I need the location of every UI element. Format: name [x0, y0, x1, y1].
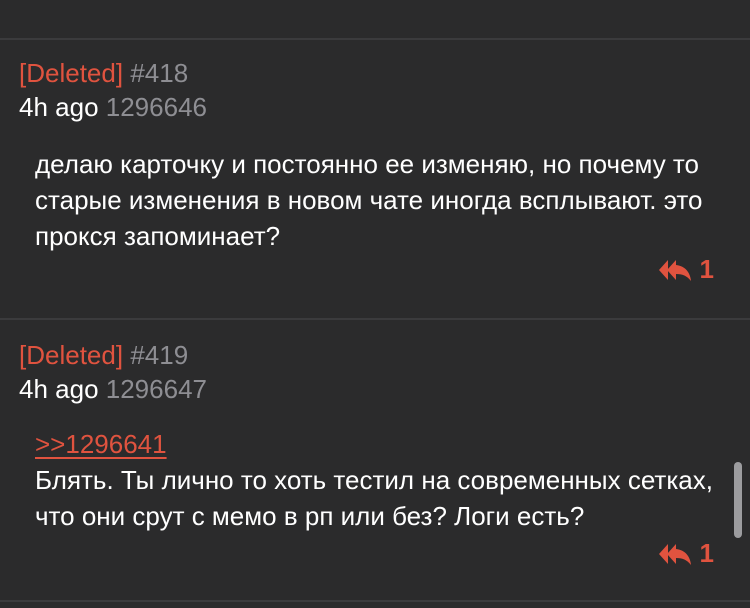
- post-author[interactable]: [Deleted]: [19, 58, 123, 88]
- post-number[interactable]: #419: [130, 340, 188, 370]
- post-body: Блять. Ты лично то хоть тестил на соврем…: [35, 465, 713, 531]
- reply-count: 1: [699, 538, 714, 568]
- post-meta: 4h ago 1296647: [19, 374, 207, 404]
- quote-link[interactable]: >>1296641: [35, 429, 167, 459]
- reply-count: 1: [699, 254, 714, 284]
- reply-all-icon: [658, 543, 691, 565]
- post-header: [Deleted] #419: [19, 340, 188, 370]
- post-author[interactable]: [Deleted]: [19, 340, 123, 370]
- scrollbar-thumb[interactable]: [734, 462, 742, 538]
- post-time: 4h ago: [19, 92, 99, 122]
- post-body: делаю карточку и постоянно ее изменяю, н…: [35, 149, 703, 251]
- post-body-container: >>1296641 Блять. Ты лично то хоть тестил…: [35, 426, 725, 534]
- post-time: 4h ago: [19, 374, 99, 404]
- post-id[interactable]: 1296646: [106, 92, 207, 122]
- post-header: [Deleted] #418: [19, 58, 188, 88]
- post-id[interactable]: 1296647: [106, 374, 207, 404]
- reply-all-icon: [658, 259, 691, 281]
- post-card: [Deleted] #418 4h ago 1296646 делаю карт…: [0, 40, 750, 318]
- post-number[interactable]: #418: [130, 58, 188, 88]
- reply-button[interactable]: 1: [658, 254, 714, 285]
- post-meta: 4h ago 1296646: [19, 92, 207, 122]
- divider-bottom: [0, 600, 750, 602]
- reply-button[interactable]: 1: [658, 538, 714, 569]
- post-card: [Deleted] #419 4h ago 1296647 >>1296641 …: [0, 320, 750, 600]
- top-strip: [0, 0, 750, 38]
